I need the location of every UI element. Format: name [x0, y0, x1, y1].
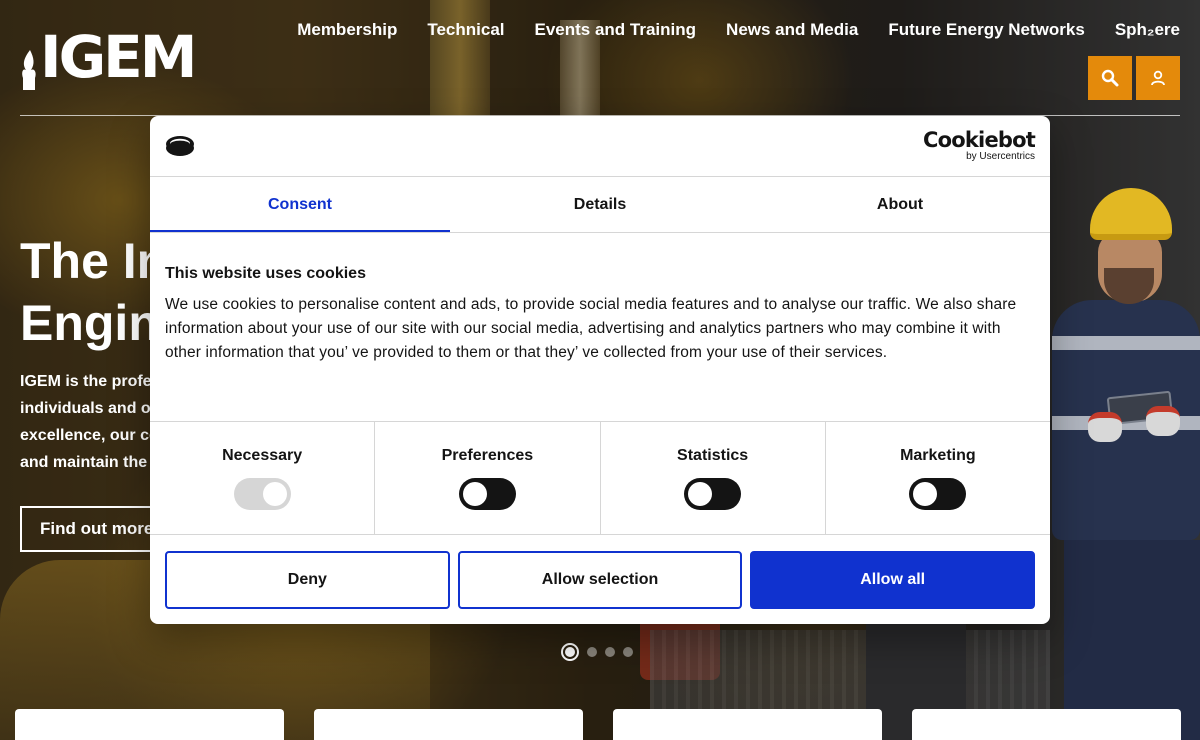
carousel-dot-4[interactable]: [623, 647, 633, 657]
category-preferences: Preferences: [375, 422, 601, 534]
hero-worker-image: [1030, 180, 1200, 740]
nav-item-future-energy-networks[interactable]: Future Energy Networks: [888, 20, 1085, 40]
feature-card[interactable]: [15, 709, 284, 740]
deny-button[interactable]: Deny: [165, 551, 450, 609]
category-label: Statistics: [677, 447, 749, 464]
category-label: Marketing: [900, 447, 976, 464]
allow-selection-button[interactable]: Allow selection: [457, 551, 743, 609]
tab-details[interactable]: Details: [450, 177, 750, 232]
nav-item-technical[interactable]: Technical: [427, 20, 504, 40]
carousel-dot-3[interactable]: [605, 647, 615, 657]
account-button[interactable]: [1136, 56, 1180, 100]
carousel-dot-2[interactable]: [587, 647, 597, 657]
carousel-dot-1[interactable]: [561, 643, 579, 661]
category-label: Necessary: [222, 447, 303, 464]
nav-item-events-and-training[interactable]: Events and Training: [535, 20, 697, 40]
cookie-dialog-header: Cookiebot by Usercentrics: [150, 116, 1050, 177]
tab-about[interactable]: About: [750, 177, 1050, 232]
nav-item-news-and-media[interactable]: News and Media: [726, 20, 858, 40]
cookie-consent-dialog: Cookiebot by Usercentrics Consent Detail…: [150, 116, 1050, 624]
cookiebot-logo[interactable]: Cookiebot by Usercentrics: [923, 128, 1036, 162]
search-button[interactable]: [1088, 56, 1132, 100]
main-nav: Membership Technical Events and Training…: [297, 20, 1180, 40]
statistics-toggle[interactable]: [684, 478, 742, 510]
feature-card[interactable]: [613, 709, 882, 740]
cookie-categories: Necessary Preferences Statistics Marketi…: [150, 421, 1050, 535]
cookie-body: This website uses cookies We use cookies…: [150, 233, 1050, 421]
carousel-dots: [561, 643, 633, 661]
hero-pipe: [430, 0, 490, 120]
nav-item-sphere[interactable]: Sph₂ere: [1115, 20, 1180, 40]
allow-all-button[interactable]: Allow all: [750, 551, 1036, 609]
tab-consent[interactable]: Consent: [150, 177, 450, 232]
logo-text: IGEM: [40, 23, 198, 91]
flame-icon: [20, 50, 38, 90]
user-icon: [1151, 70, 1165, 86]
cookie-tabs: Consent Details About: [150, 177, 1050, 233]
feature-card[interactable]: [912, 709, 1181, 740]
category-label: Preferences: [441, 447, 534, 464]
marketing-toggle[interactable]: [909, 478, 967, 510]
category-marketing: Marketing: [826, 422, 1050, 534]
necessary-toggle: [233, 478, 291, 510]
category-necessary: Necessary: [150, 422, 376, 534]
search-icon: [1101, 69, 1119, 87]
nav-item-membership[interactable]: Membership: [297, 20, 397, 40]
cookie-description: We use cookies to personalise content an…: [165, 296, 1017, 361]
category-statistics: Statistics: [601, 422, 826, 534]
cookie-actions: Deny Allow selection Allow all: [150, 535, 1050, 609]
feature-card[interactable]: [314, 709, 583, 740]
cookie-title: This website uses cookies: [165, 265, 366, 282]
cookie-icon: [165, 135, 195, 162]
igem-logo[interactable]: IGEM: [20, 23, 198, 91]
preferences-toggle[interactable]: [458, 478, 516, 510]
